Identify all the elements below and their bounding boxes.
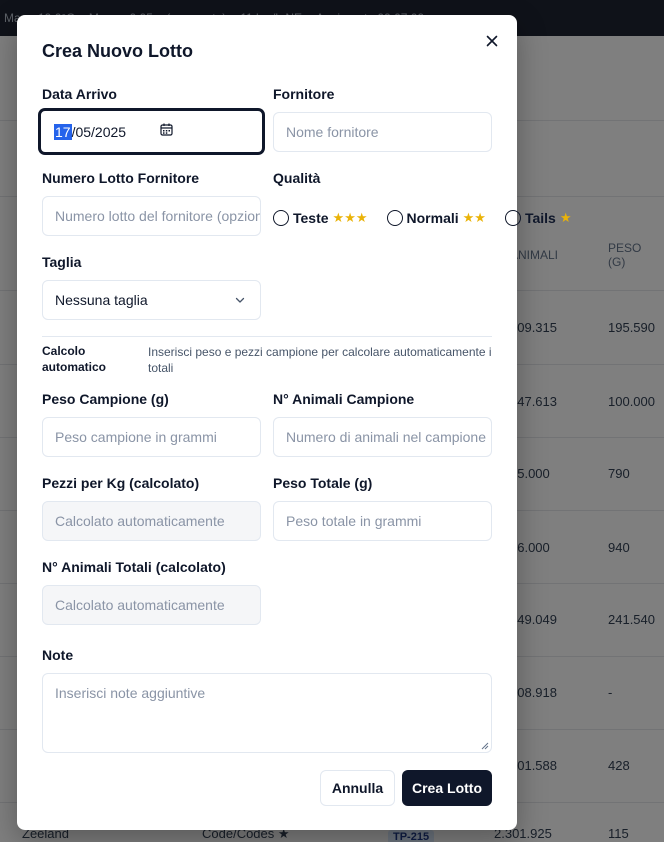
peso-totale-input[interactable]: Peso totale in grammi (273, 501, 492, 541)
option-label: Tails (524, 210, 556, 226)
calc-label: Calcolo automatico (42, 344, 107, 374)
note-placeholder: Inserisci note aggiuntive (55, 685, 206, 701)
qualita-option-normali[interactable]: Normali ★★ (386, 210, 486, 226)
qualita-label: Qualità (273, 170, 321, 186)
chevron-down-icon (235, 297, 245, 303)
peso-campione-input[interactable]: Peso campione in grammi (42, 417, 261, 457)
taglia-value: Nessuna taglia (55, 292, 148, 308)
option-label: Normali (406, 210, 459, 226)
taglia-label: Taglia (42, 254, 82, 270)
star-icon: ★★ (462, 210, 486, 225)
calendar-icon[interactable] (160, 123, 173, 136)
calc-description: Inserisci peso e pezzi campione per calc… (148, 345, 492, 375)
note-textarea[interactable]: Inserisci note aggiuntive (42, 673, 492, 753)
taglia-select[interactable]: Nessuna taglia (42, 280, 261, 320)
animali-campione-label: N° Animali Campione (273, 391, 415, 407)
animali-totali-input: Calcolato automaticamente (42, 585, 261, 625)
note-label: Note (42, 647, 74, 663)
radio-button[interactable] (386, 210, 403, 226)
create-lot-button[interactable]: Crea Lotto (402, 770, 492, 806)
animali-totali-label: N° Animali Totali (calcolato) (42, 559, 226, 575)
fornitore-label: Fornitore (273, 86, 335, 102)
cancel-button[interactable]: Annulla (320, 770, 395, 806)
star-icon: ★★★ (332, 210, 368, 225)
numero-lotto-label: Numero Lotto Fornitore (42, 170, 200, 186)
radio-button[interactable] (504, 210, 521, 226)
resize-handle-icon[interactable] (481, 742, 489, 750)
close-icon[interactable] (482, 31, 502, 51)
numero-lotto-input[interactable]: Numero lotto del fornitore (opzionale) (42, 196, 261, 236)
qualita-radio-group: Teste ★★★ Normali ★★ Tails ★ (273, 209, 590, 227)
qualita-option-tails[interactable]: Tails ★ (504, 210, 572, 226)
fornitore-input[interactable]: Nome fornitore (273, 112, 492, 152)
radio-button[interactable] (273, 210, 289, 226)
date-rest: /05/2025 (71, 123, 127, 140)
date-day-segment[interactable]: 17 (54, 123, 72, 140)
peso-totale-label: Peso Totale (g) (273, 475, 373, 491)
option-label: Teste (293, 210, 329, 226)
section-divider (42, 336, 492, 337)
pezzi-kg-input: Calcolato automaticamente (42, 501, 261, 541)
pezzi-kg-label: Pezzi per Kg (calcolato) (42, 475, 200, 491)
peso-campione-label: Peso Campione (g) (42, 391, 169, 407)
data-arrivo-input[interactable]: 17/05/2025 (39, 109, 264, 154)
close-icon-glyph (486, 35, 498, 47)
data-arrivo-label: Data Arrivo (42, 86, 117, 102)
star-icon: ★ (559, 210, 572, 225)
dialog-title: Crea Nuovo Lotto (42, 41, 193, 61)
create-lot-dialog: Crea Nuovo Lotto Data Arrivo 17/05/2025 … (17, 15, 571, 830)
animali-campione-input[interactable]: Numero di animali nel campione (273, 417, 492, 457)
qualita-option-teste[interactable]: Teste ★★★ (273, 210, 368, 226)
